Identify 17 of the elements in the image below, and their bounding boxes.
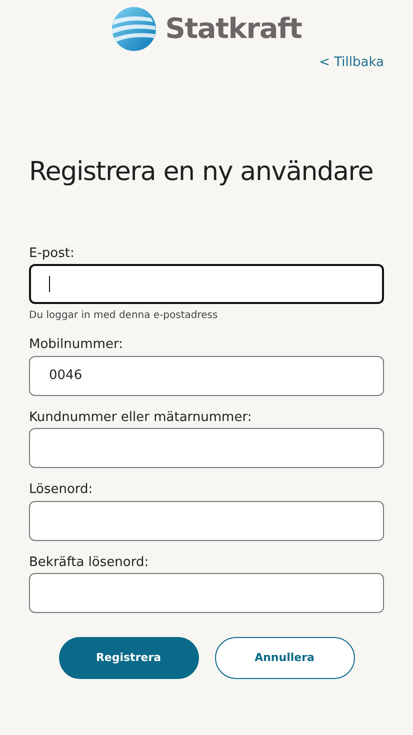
input-field[interactable] (29, 573, 384, 613)
field-label: Bekräfta lösenord: (29, 554, 150, 572)
input-field[interactable] (29, 264, 384, 304)
back-link[interactable]: < Tillbaka (319, 53, 384, 72)
input-field[interactable] (29, 500, 384, 540)
field-label: Lösenord: (29, 481, 94, 499)
field-label: Mobilnummer: (29, 336, 124, 354)
helper-text: Du loggar in med denna e-postadress (29, 309, 219, 323)
globe-logo-icon (111, 6, 158, 52)
field-label: E-post: (29, 244, 76, 262)
input-field[interactable]: 0046 (29, 356, 384, 396)
register-button[interactable]: Registrera (58, 637, 198, 679)
logo-wordmark: Statkraft (165, 11, 302, 47)
field-label: Kundnummer eller mätarnummer: (29, 408, 253, 426)
page-title: Registrera en ny användare (29, 156, 374, 188)
input-field[interactable] (29, 428, 384, 468)
cancel-button[interactable]: Annullera (214, 637, 354, 679)
